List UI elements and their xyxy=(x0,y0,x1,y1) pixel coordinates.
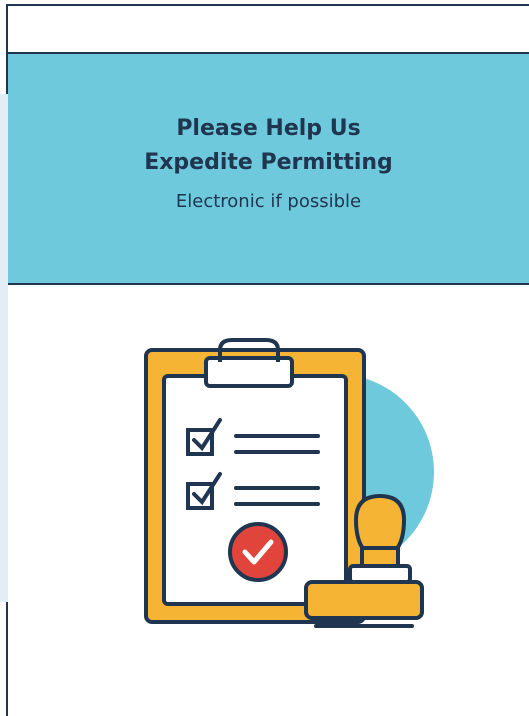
left-edge-shade xyxy=(0,94,8,602)
banner-title-line-1: Please Help Us xyxy=(176,116,361,141)
permit-illustration xyxy=(144,338,434,628)
checkbox-icon xyxy=(186,482,214,510)
banner-title: Please Help Us Expedite Permitting xyxy=(8,112,529,180)
checkmark-badge-icon xyxy=(228,522,288,582)
banner-subtitle: Electronic if possible xyxy=(175,191,362,212)
checkbox-icon xyxy=(186,428,214,456)
banner-title-line-2: Expedite Permitting xyxy=(144,150,393,175)
header-banner: Please Help Us Expedite Permitting Elect… xyxy=(8,52,529,285)
